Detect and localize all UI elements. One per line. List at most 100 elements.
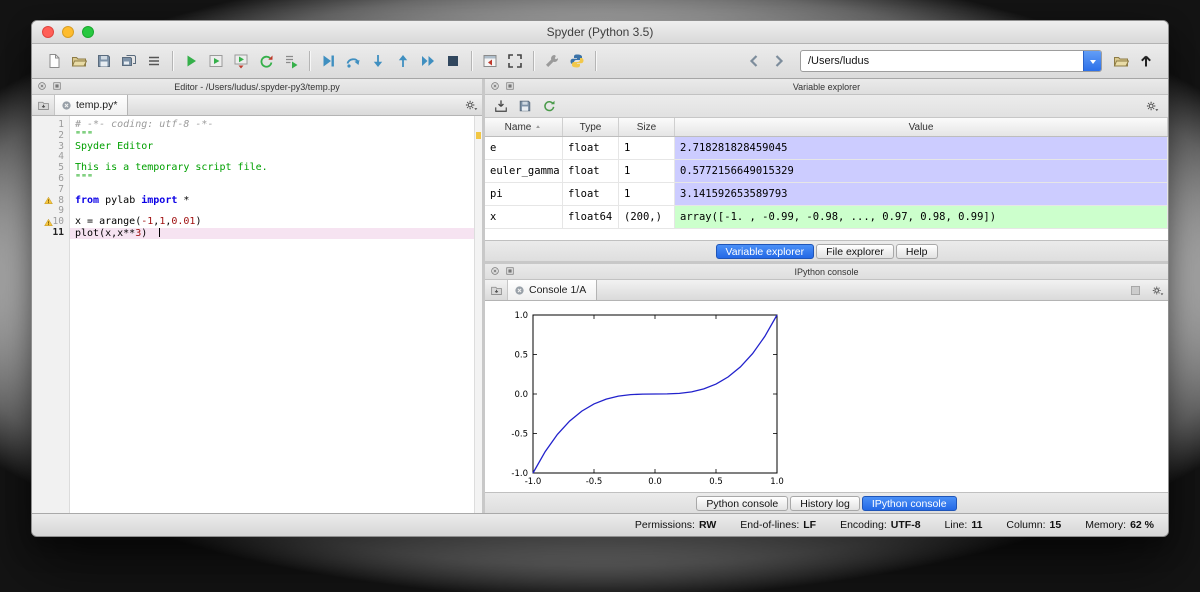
column-header-value[interactable]: Value [675, 118, 1168, 136]
save-data-button[interactable] [515, 96, 535, 116]
cell-name[interactable]: pi [485, 183, 563, 205]
step-return-button[interactable] [391, 49, 415, 73]
save-file-button[interactable] [92, 49, 116, 73]
console-float-pane-icon[interactable] [504, 265, 516, 277]
editor-pane: Editor - /Users/ludus/.spyder-py3/temp.p… [32, 79, 482, 513]
browse-tabs-icon[interactable] [32, 95, 55, 115]
close-window-button[interactable] [42, 26, 54, 38]
code-line-1[interactable]: # -*- coding: utf-8 -*- [70, 120, 474, 131]
variable-row-euler-gamma[interactable]: euler_gammafloat10.5772156649015329 [485, 160, 1168, 183]
working-directory-value: /Users/ludus [801, 55, 1083, 67]
dock-tab-history-log[interactable]: History log [790, 496, 860, 511]
cell-size[interactable]: 1 [619, 160, 675, 182]
code-area[interactable]: # -*- coding: utf-8 -*- """ Spyder Editor T… [70, 120, 474, 513]
console-close-pane-icon[interactable] [489, 265, 501, 277]
parent-directory-button[interactable] [1134, 49, 1158, 73]
step-into-button[interactable] [366, 49, 390, 73]
code-line-6[interactable]: """ [70, 174, 474, 185]
combo-dropdown-icon[interactable] [1083, 51, 1101, 71]
interrupt-kernel-icon[interactable] [1124, 280, 1146, 300]
minimize-window-button[interactable] [62, 26, 74, 38]
cell-value[interactable]: 2.718281828459045 [675, 137, 1168, 159]
dock-tab-variable-explorer[interactable]: Variable explorer [716, 244, 815, 259]
cell-value[interactable]: array([-1. , -0.99, -0.98, ..., 0.97, 0.… [675, 206, 1168, 228]
new-file-button[interactable] [42, 49, 66, 73]
dock-tab-help[interactable]: Help [896, 244, 938, 259]
continue-execution-button[interactable] [416, 49, 440, 73]
run-cell-button[interactable] [204, 49, 228, 73]
console-tab[interactable]: Console 1/A [508, 280, 597, 300]
cell-size[interactable]: (200,) [619, 206, 675, 228]
svg-text:-0.5: -0.5 [511, 430, 528, 440]
run-selection-button[interactable] [279, 49, 303, 73]
refresh-button[interactable] [539, 96, 559, 116]
editor-tab-temp-py[interactable]: temp.py* [55, 95, 128, 115]
preferences-button[interactable] [540, 49, 564, 73]
code-line-5[interactable]: This is a temporary script file. [70, 163, 474, 174]
cell-name[interactable]: euler_gamma [485, 160, 563, 182]
toolbar-separator [309, 51, 310, 71]
cell-name[interactable]: x [485, 206, 563, 228]
variable-row-e[interactable]: efloat12.718281828459045 [485, 137, 1168, 160]
console-browse-tabs-icon[interactable] [485, 280, 508, 300]
code-editor[interactable]: 1234567891011 # -*- coding: utf-8 -*-"""… [32, 116, 482, 513]
titlebar[interactable]: Spyder (Python 3.5) [32, 21, 1168, 44]
console-close-tab-icon[interactable] [514, 285, 525, 296]
browse-working-directory-button[interactable] [1109, 49, 1133, 73]
console-pane-title: IPython console [485, 267, 1168, 277]
editor-options-icon[interactable] [460, 95, 482, 115]
zoom-window-button[interactable] [82, 26, 94, 38]
variable-row-x[interactable]: xfloat64(200,)array([-1. , -0.99, -0.98,… [485, 206, 1168, 229]
cell-size[interactable]: 1 [619, 137, 675, 159]
back-button[interactable] [742, 49, 766, 73]
run-icon [183, 53, 199, 69]
code-line-10[interactable]: x = arange(-1,1,0.01) [70, 217, 474, 228]
file-switcher-button[interactable] [142, 49, 166, 73]
rerun-cell-button[interactable] [254, 49, 278, 73]
import-data-button[interactable] [491, 96, 511, 116]
step-button[interactable] [341, 49, 365, 73]
editor-close-pane-icon[interactable] [36, 80, 48, 92]
variable-explorer-title: Variable explorer [485, 82, 1168, 92]
code-line-3[interactable]: Spyder Editor [70, 142, 474, 153]
cell-value[interactable]: 0.5772156649015329 [675, 160, 1168, 182]
debug-file-button[interactable] [316, 49, 340, 73]
dock-tab-file-explorer[interactable]: File explorer [816, 244, 894, 259]
fullscreen-button[interactable] [503, 49, 527, 73]
console-output[interactable]: -1.0-0.50.00.51.0-1.0-0.50.00.51.0 [485, 301, 1168, 492]
stop-debugging-button[interactable] [441, 49, 465, 73]
cell-type[interactable]: float [563, 183, 619, 205]
column-header-name[interactable]: Name [485, 118, 563, 136]
code-line-8[interactable]: from pylab import * [70, 196, 474, 207]
sort-ascending-icon [534, 123, 542, 131]
cell-type[interactable]: float [563, 137, 619, 159]
variable-row-pi[interactable]: pifloat13.141592653589793 [485, 183, 1168, 206]
column-header-size[interactable]: Size [619, 118, 675, 136]
code-line-11[interactable]: plot(x,x**3) [70, 228, 474, 239]
pythonpath-manager-button[interactable] [565, 49, 589, 73]
working-directory-combo[interactable]: /Users/ludus [800, 50, 1102, 72]
doc-icon [46, 53, 62, 69]
run-file-button[interactable] [179, 49, 203, 73]
dock-tab-python-console[interactable]: Python console [696, 496, 788, 511]
run-cell-advance-button[interactable] [229, 49, 253, 73]
cell-type[interactable]: float64 [563, 206, 619, 228]
forward-button[interactable] [767, 49, 791, 73]
cell-type[interactable]: float [563, 160, 619, 182]
editor-float-pane-icon[interactable] [51, 80, 63, 92]
arrow-right-icon [771, 53, 787, 69]
open-file-button[interactable] [67, 49, 91, 73]
cell-name[interactable]: e [485, 137, 563, 159]
cell-size[interactable]: 1 [619, 183, 675, 205]
ve-close-pane-icon[interactable] [489, 80, 501, 92]
save-all-icon [121, 53, 137, 69]
save-all-button[interactable] [117, 49, 141, 73]
variable-explorer-options-icon[interactable] [1142, 96, 1162, 116]
maximize-pane-button[interactable] [478, 49, 502, 73]
dock-tab-ipython-console[interactable]: IPython console [862, 496, 957, 511]
close-tab-icon[interactable] [61, 100, 72, 111]
console-options-icon[interactable] [1146, 280, 1168, 300]
cell-value[interactable]: 3.141592653589793 [675, 183, 1168, 205]
column-header-type[interactable]: Type [563, 118, 619, 136]
ve-float-pane-icon[interactable] [504, 80, 516, 92]
